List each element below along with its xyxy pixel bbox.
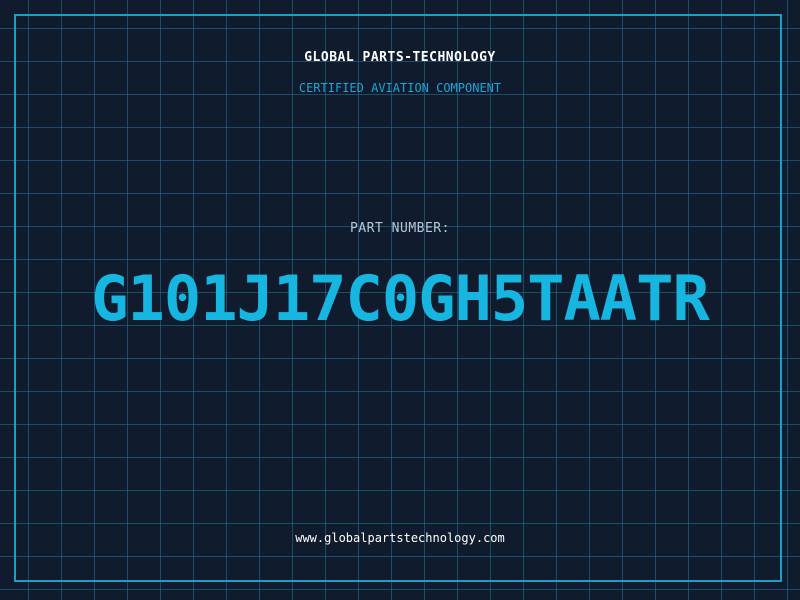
website-url: www.globalpartstechnology.com (295, 531, 505, 545)
part-label-canvas: GLOBAL PARTS-TECHNOLOGY CERTIFIED AVIATI… (0, 0, 800, 600)
part-number-label: PART NUMBER: (350, 221, 450, 236)
tagline: CERTIFIED AVIATION COMPONENT (298, 81, 502, 95)
part-number-value: G101J17C0GH5TAATR (91, 262, 710, 335)
company-name: GLOBAL PARTS-TECHNOLOGY (304, 50, 496, 65)
